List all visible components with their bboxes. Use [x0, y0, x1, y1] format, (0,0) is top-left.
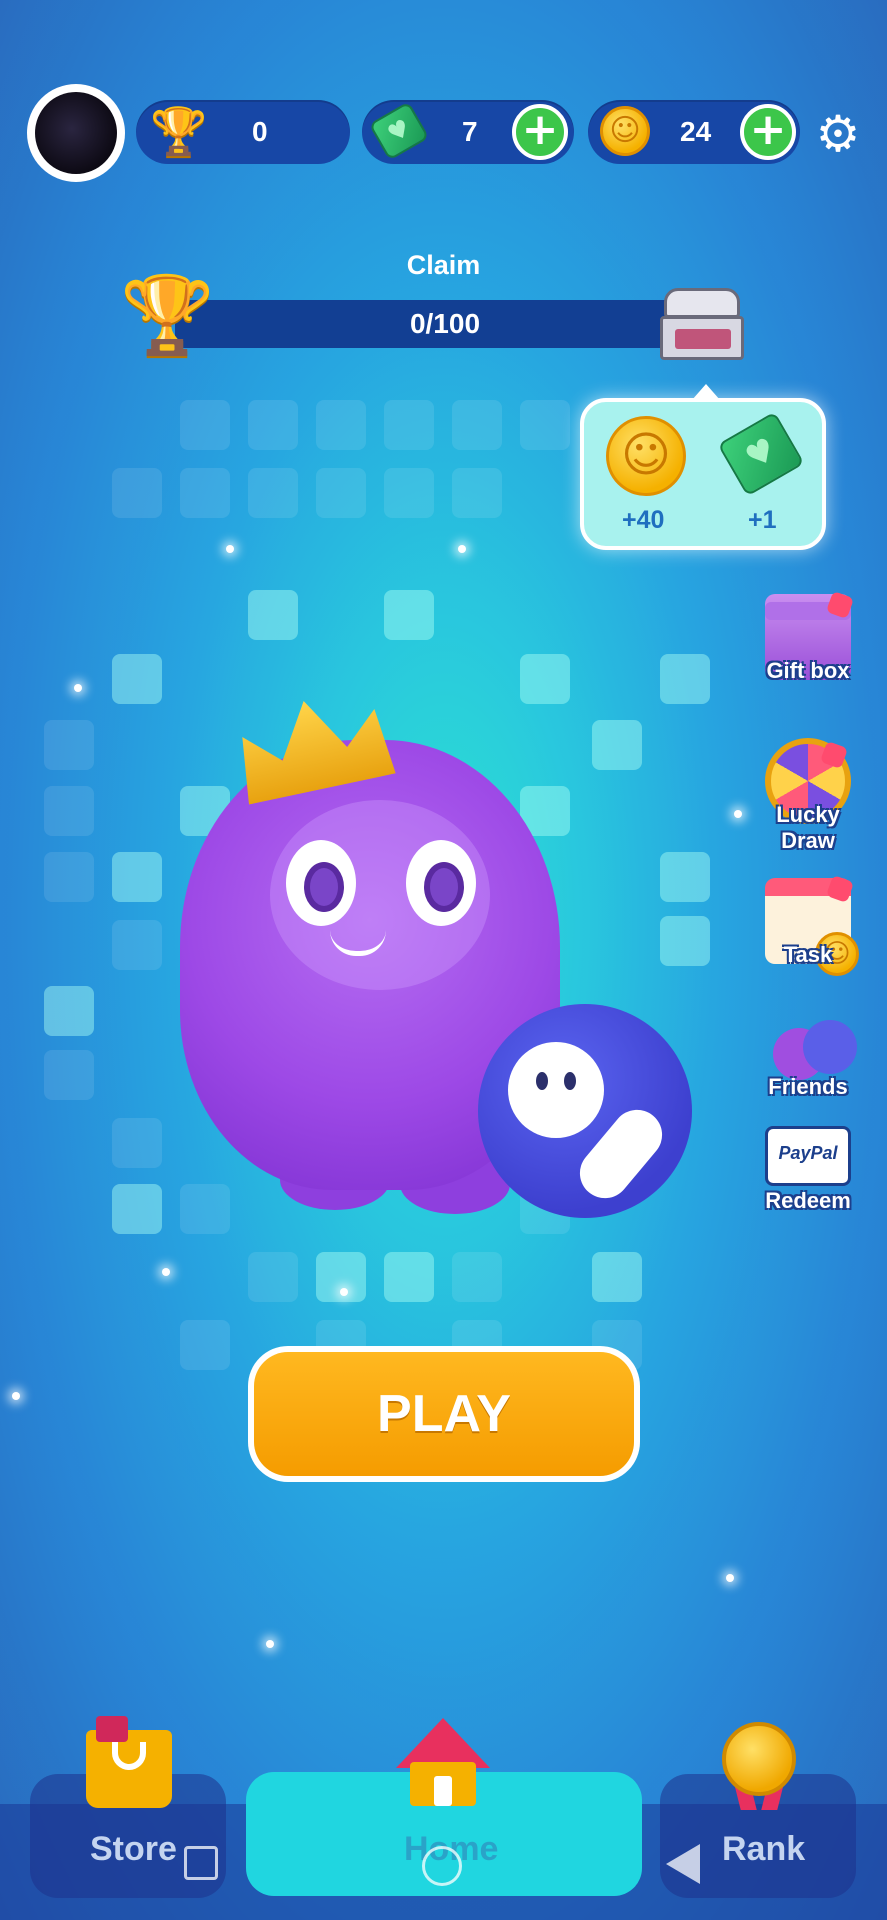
blue-ball-character	[478, 1004, 692, 1218]
side-item-label: Lucky Draw	[776, 802, 840, 853]
reward-preview-popup: +40 +1	[580, 384, 826, 550]
sparkle	[226, 545, 234, 553]
home-icon	[396, 1718, 490, 1808]
side-item-label: Redeem	[765, 1188, 851, 1213]
coin-count: 24	[680, 116, 712, 147]
reward-coins-amount: +40	[622, 506, 665, 534]
trophy-count: 0	[252, 116, 268, 147]
side-item-friends[interactable]: Friends	[748, 1010, 868, 1100]
sparkle	[734, 810, 742, 818]
sparkle	[266, 1640, 274, 1648]
trophy-icon: 🏆	[150, 104, 208, 158]
coin-icon	[606, 416, 686, 496]
side-item-label: Gift box	[766, 658, 850, 683]
paypal-logo-text: PayPal	[778, 1143, 838, 1163]
reward-tickets-amount: +1	[748, 506, 777, 534]
add-coins-button[interactable]: +	[740, 104, 796, 160]
side-item-task[interactable]: Task	[748, 874, 868, 976]
ticket-icon	[717, 411, 805, 497]
side-item-label: Friends	[768, 1074, 848, 1099]
sparkle	[162, 1268, 170, 1276]
play-button[interactable]: PLAY	[248, 1346, 640, 1482]
system-recents-button[interactable]	[184, 1846, 218, 1880]
sparkle	[74, 684, 82, 692]
treasure-chest-icon[interactable]	[660, 288, 744, 360]
ticket-icon	[368, 101, 430, 161]
nav-store-label: Store	[90, 1830, 177, 1868]
coin-counter: 24 +	[588, 100, 800, 164]
player-avatar[interactable]	[27, 84, 125, 182]
side-item-redeem[interactable]: PayPal Redeem	[748, 1126, 868, 1214]
sparkle	[340, 1288, 348, 1296]
paypal-icon: PayPal	[765, 1126, 851, 1186]
nav-rank-label: Rank	[722, 1830, 806, 1868]
ticket-counter: 7 +	[362, 100, 574, 164]
sparkle	[726, 1574, 734, 1582]
rank-medal-icon	[722, 1722, 796, 1812]
claim-progress-text: 0/100	[409, 308, 481, 339]
settings-gear-icon[interactable]: ⚙	[812, 108, 864, 160]
side-item-lucky-draw[interactable]: Lucky Draw	[748, 738, 868, 854]
side-item-gift-box[interactable]: Gift box	[748, 590, 868, 684]
side-item-label: Task	[783, 942, 833, 967]
system-home-button[interactable]	[422, 1846, 462, 1886]
coin-icon	[600, 106, 650, 156]
ticket-count: 7	[462, 116, 478, 147]
play-button-label: PLAY	[254, 1352, 634, 1476]
sparkle	[12, 1392, 20, 1400]
trophy-counter: 🏆 0	[136, 100, 350, 164]
add-tickets-button[interactable]: +	[512, 104, 568, 160]
store-bag-icon	[86, 1716, 172, 1808]
system-back-button[interactable]	[666, 1844, 700, 1884]
sparkle	[458, 545, 466, 553]
